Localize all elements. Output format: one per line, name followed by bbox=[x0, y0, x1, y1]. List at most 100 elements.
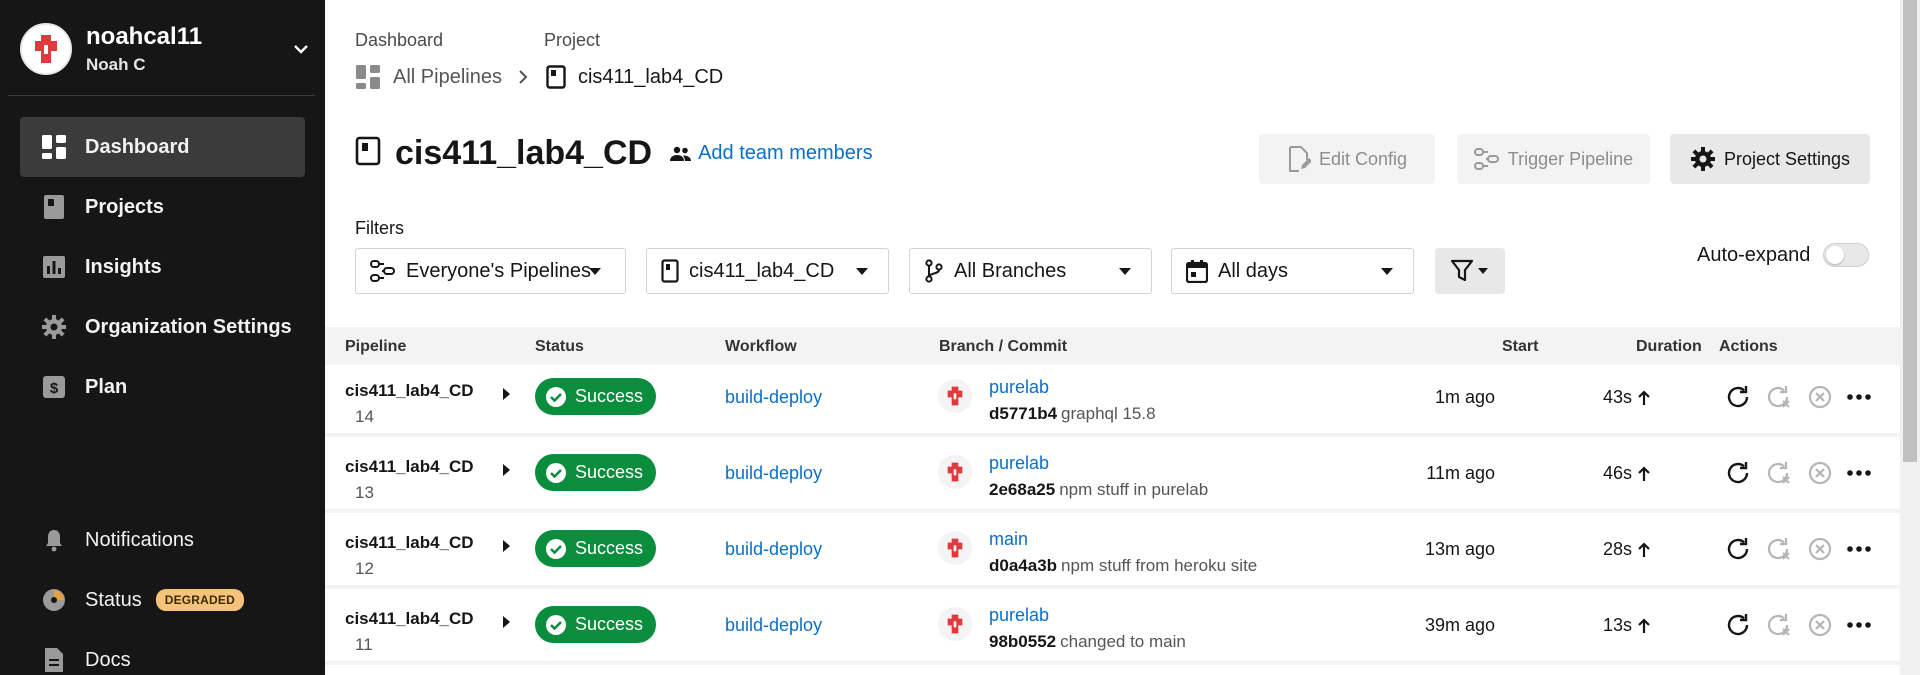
page-scrollbar[interactable] bbox=[1900, 0, 1920, 675]
table-row[interactable]: cis411_lab4_CD 11 Success build-deploy p… bbox=[325, 593, 1900, 665]
commit-message: changed to main bbox=[1060, 632, 1186, 651]
sidebar-item-status[interactable]: Status DEGRADED bbox=[20, 570, 305, 630]
status-badge[interactable]: Success bbox=[535, 530, 656, 567]
column-header-start: Start bbox=[1502, 338, 1539, 355]
sidebar: noahcal11 Noah C Dashboard Projects Insi… bbox=[0, 0, 325, 675]
commit-info[interactable]: d5771b4 graphql 15.8 bbox=[989, 404, 1156, 424]
status-badge[interactable]: Success bbox=[535, 454, 656, 491]
sidebar-item-notifications[interactable]: Notifications bbox=[20, 510, 305, 570]
column-header-duration[interactable]: Duration bbox=[1636, 338, 1702, 356]
commit-sha[interactable]: 98b0552 bbox=[989, 632, 1056, 651]
days-filter-dropdown[interactable]: All days bbox=[1171, 248, 1414, 294]
user-menu[interactable]: noahcal11 Noah C bbox=[20, 22, 315, 76]
sidebar-item-dashboard[interactable]: Dashboard bbox=[20, 117, 305, 177]
sidebar-item-plan[interactable]: $ Plan bbox=[20, 357, 305, 417]
branch-link[interactable]: purelab bbox=[989, 605, 1049, 626]
branch-link[interactable]: main bbox=[989, 529, 1028, 550]
filters-label: Filters bbox=[355, 218, 404, 238]
insights-icon bbox=[40, 253, 68, 281]
pipelines-table-header: Pipeline Status Workflow Branch / Commit… bbox=[325, 327, 1900, 365]
sidebar-item-label: Dashboard bbox=[85, 135, 190, 158]
branch-link[interactable]: purelab bbox=[989, 377, 1049, 398]
trigger-pipeline-button[interactable]: Trigger Pipeline bbox=[1457, 134, 1650, 184]
auto-expand-toggle[interactable] bbox=[1823, 243, 1869, 267]
more-options-icon[interactable] bbox=[1844, 610, 1874, 640]
projects-icon bbox=[40, 193, 68, 221]
rerun-icon[interactable] bbox=[1724, 458, 1754, 488]
breadcrumb-project-label: Project bbox=[544, 30, 601, 50]
sidebar-item-projects[interactable]: Projects bbox=[20, 177, 305, 237]
check-circle-icon bbox=[546, 538, 566, 559]
commit-message: graphql 15.8 bbox=[1061, 404, 1156, 423]
branch-link[interactable]: purelab bbox=[989, 453, 1049, 474]
pipeline-name[interactable]: cis411_lab4_CD bbox=[345, 381, 474, 401]
workflow-link[interactable]: build-deploy bbox=[725, 387, 822, 408]
more-options-icon[interactable] bbox=[1844, 458, 1874, 488]
project-icon bbox=[355, 136, 381, 171]
branches-filter-dropdown[interactable]: All Branches bbox=[909, 248, 1152, 294]
commit-sha[interactable]: d0a4a3b bbox=[989, 556, 1057, 575]
advanced-filter-button[interactable] bbox=[1435, 248, 1505, 294]
column-header-branch-commit: Branch / Commit bbox=[939, 338, 1068, 355]
sidebar-item-organization-settings[interactable]: Organization Settings bbox=[20, 297, 305, 357]
pipelines-filter-value: Everyone's Pipelines bbox=[406, 259, 592, 282]
rerun-icon[interactable] bbox=[1724, 534, 1754, 564]
status-icon bbox=[40, 586, 68, 614]
start-time: 13m ago bbox=[1424, 539, 1495, 559]
more-options-icon[interactable] bbox=[1844, 382, 1874, 412]
caret-down-icon bbox=[1381, 268, 1393, 275]
commit-info[interactable]: 2e68a25 npm stuff in purelab bbox=[989, 480, 1208, 500]
sidebar-item-insights[interactable]: Insights bbox=[20, 237, 305, 297]
sidebar-item-label: Organization Settings bbox=[85, 315, 292, 338]
rerun-failed-icon bbox=[1764, 610, 1794, 640]
pipeline-name[interactable]: cis411_lab4_CD bbox=[345, 457, 474, 477]
commit-sha[interactable]: 2e68a25 bbox=[989, 480, 1055, 499]
duration-value: 13s bbox=[1602, 615, 1632, 635]
duration: 13s bbox=[1603, 615, 1650, 636]
status-badge[interactable]: Success bbox=[535, 378, 656, 415]
project-settings-button[interactable]: Project Settings bbox=[1670, 134, 1870, 184]
duration: 28s bbox=[1603, 539, 1650, 560]
expand-row-icon[interactable] bbox=[503, 388, 510, 400]
breadcrumb-project-link[interactable]: cis411_lab4_CD bbox=[578, 66, 723, 89]
pipelines-filter-dropdown[interactable]: Everyone's Pipelines bbox=[355, 248, 626, 294]
chevron-down-icon[interactable] bbox=[287, 35, 315, 63]
table-row[interactable]: cis411_lab4_CD 12 Success build-deploy m… bbox=[325, 517, 1900, 589]
check-circle-icon bbox=[546, 462, 566, 483]
sidebar-item-label: Insights bbox=[85, 255, 162, 278]
edit-config-button[interactable]: Edit Config bbox=[1259, 134, 1435, 184]
people-icon bbox=[670, 146, 692, 161]
pipeline-name[interactable]: cis411_lab4_CD bbox=[345, 533, 474, 553]
column-header-actions: Actions bbox=[1719, 338, 1778, 355]
username: noahcal11 bbox=[86, 23, 203, 50]
sidebar-item-label: Projects bbox=[85, 195, 164, 218]
commit-info[interactable]: 98b0552 changed to main bbox=[989, 632, 1186, 652]
pipeline-name[interactable]: cis411_lab4_CD bbox=[345, 609, 474, 629]
expand-row-icon[interactable] bbox=[503, 540, 510, 552]
add-team-members-link[interactable]: Add team members bbox=[670, 142, 873, 165]
scrollbar-thumb[interactable] bbox=[1903, 0, 1917, 462]
commit-info[interactable]: d0a4a3b npm stuff from heroku site bbox=[989, 556, 1257, 576]
more-options-icon[interactable] bbox=[1844, 534, 1874, 564]
workflow-link[interactable]: build-deploy bbox=[725, 463, 822, 484]
duration-value: 43s bbox=[1602, 387, 1632, 407]
rerun-failed-icon bbox=[1764, 534, 1794, 564]
workflow-link[interactable]: build-deploy bbox=[725, 615, 822, 636]
breadcrumb-all-pipelines-link[interactable]: All Pipelines bbox=[393, 66, 502, 89]
rerun-icon[interactable] bbox=[1724, 382, 1754, 412]
project-filter-dropdown[interactable]: cis411_lab4_CD bbox=[646, 248, 889, 294]
rerun-icon[interactable] bbox=[1724, 610, 1754, 640]
sidebar-item-docs[interactable]: Docs bbox=[20, 630, 305, 675]
bell-icon bbox=[40, 526, 68, 554]
status-badge[interactable]: Success bbox=[535, 606, 656, 643]
pipeline-number: 14 bbox=[355, 407, 374, 426]
workflow-link[interactable]: build-deploy bbox=[725, 539, 822, 560]
expand-row-icon[interactable] bbox=[503, 464, 510, 476]
sidebar-item-label: Status bbox=[85, 588, 142, 611]
commit-sha[interactable]: d5771b4 bbox=[989, 404, 1057, 423]
pipeline-number: 12 bbox=[355, 559, 374, 578]
expand-row-icon[interactable] bbox=[503, 616, 510, 628]
table-row[interactable]: cis411_lab4_CD 14 Success build-deploy p… bbox=[325, 365, 1900, 437]
pipeline-number: 13 bbox=[355, 483, 374, 502]
table-row[interactable]: cis411_lab4_CD 13 Success build-deploy p… bbox=[325, 441, 1900, 513]
